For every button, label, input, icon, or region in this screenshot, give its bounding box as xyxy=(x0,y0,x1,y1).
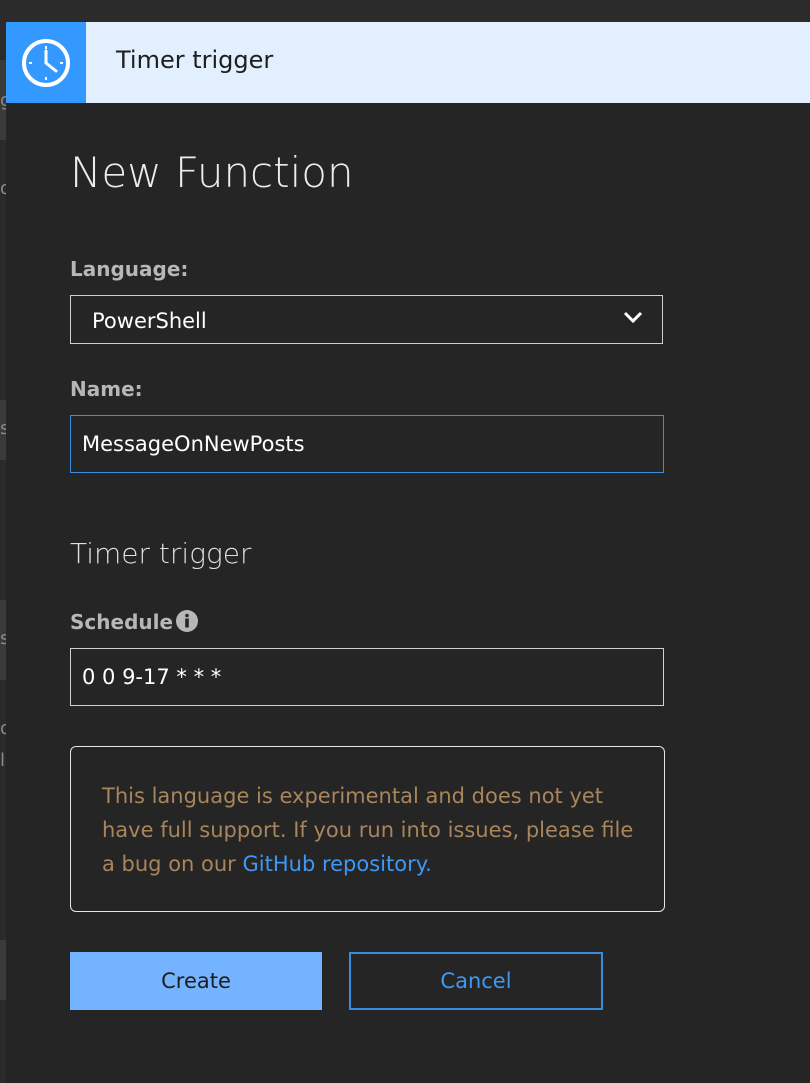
github-repository-link[interactable]: GitHub repository. xyxy=(243,852,432,876)
clock-icon xyxy=(6,22,86,103)
info-icon[interactable] xyxy=(175,609,199,637)
name-input[interactable] xyxy=(70,415,664,473)
notice-text: This language is experimental and does n… xyxy=(102,779,647,881)
experimental-notice: This language is experimental and does n… xyxy=(70,746,665,912)
header-title: Timer trigger xyxy=(116,46,274,74)
page-title: New Function xyxy=(70,148,354,197)
schedule-input[interactable] xyxy=(70,648,664,706)
chevron-down-icon xyxy=(622,310,644,330)
cancel-button[interactable]: Cancel xyxy=(349,952,603,1010)
schedule-label: Schedule xyxy=(70,610,174,634)
panel-header: Timer trigger xyxy=(6,22,810,103)
trigger-section-heading: Timer trigger xyxy=(70,537,252,570)
language-label: Language: xyxy=(70,257,189,281)
name-label: Name: xyxy=(70,377,143,401)
new-function-panel: Timer trigger New Function Language: Pow… xyxy=(6,22,810,1083)
create-button[interactable]: Create xyxy=(70,952,322,1010)
language-select[interactable]: PowerShell xyxy=(70,295,663,344)
language-select-value: PowerShell xyxy=(92,309,207,333)
